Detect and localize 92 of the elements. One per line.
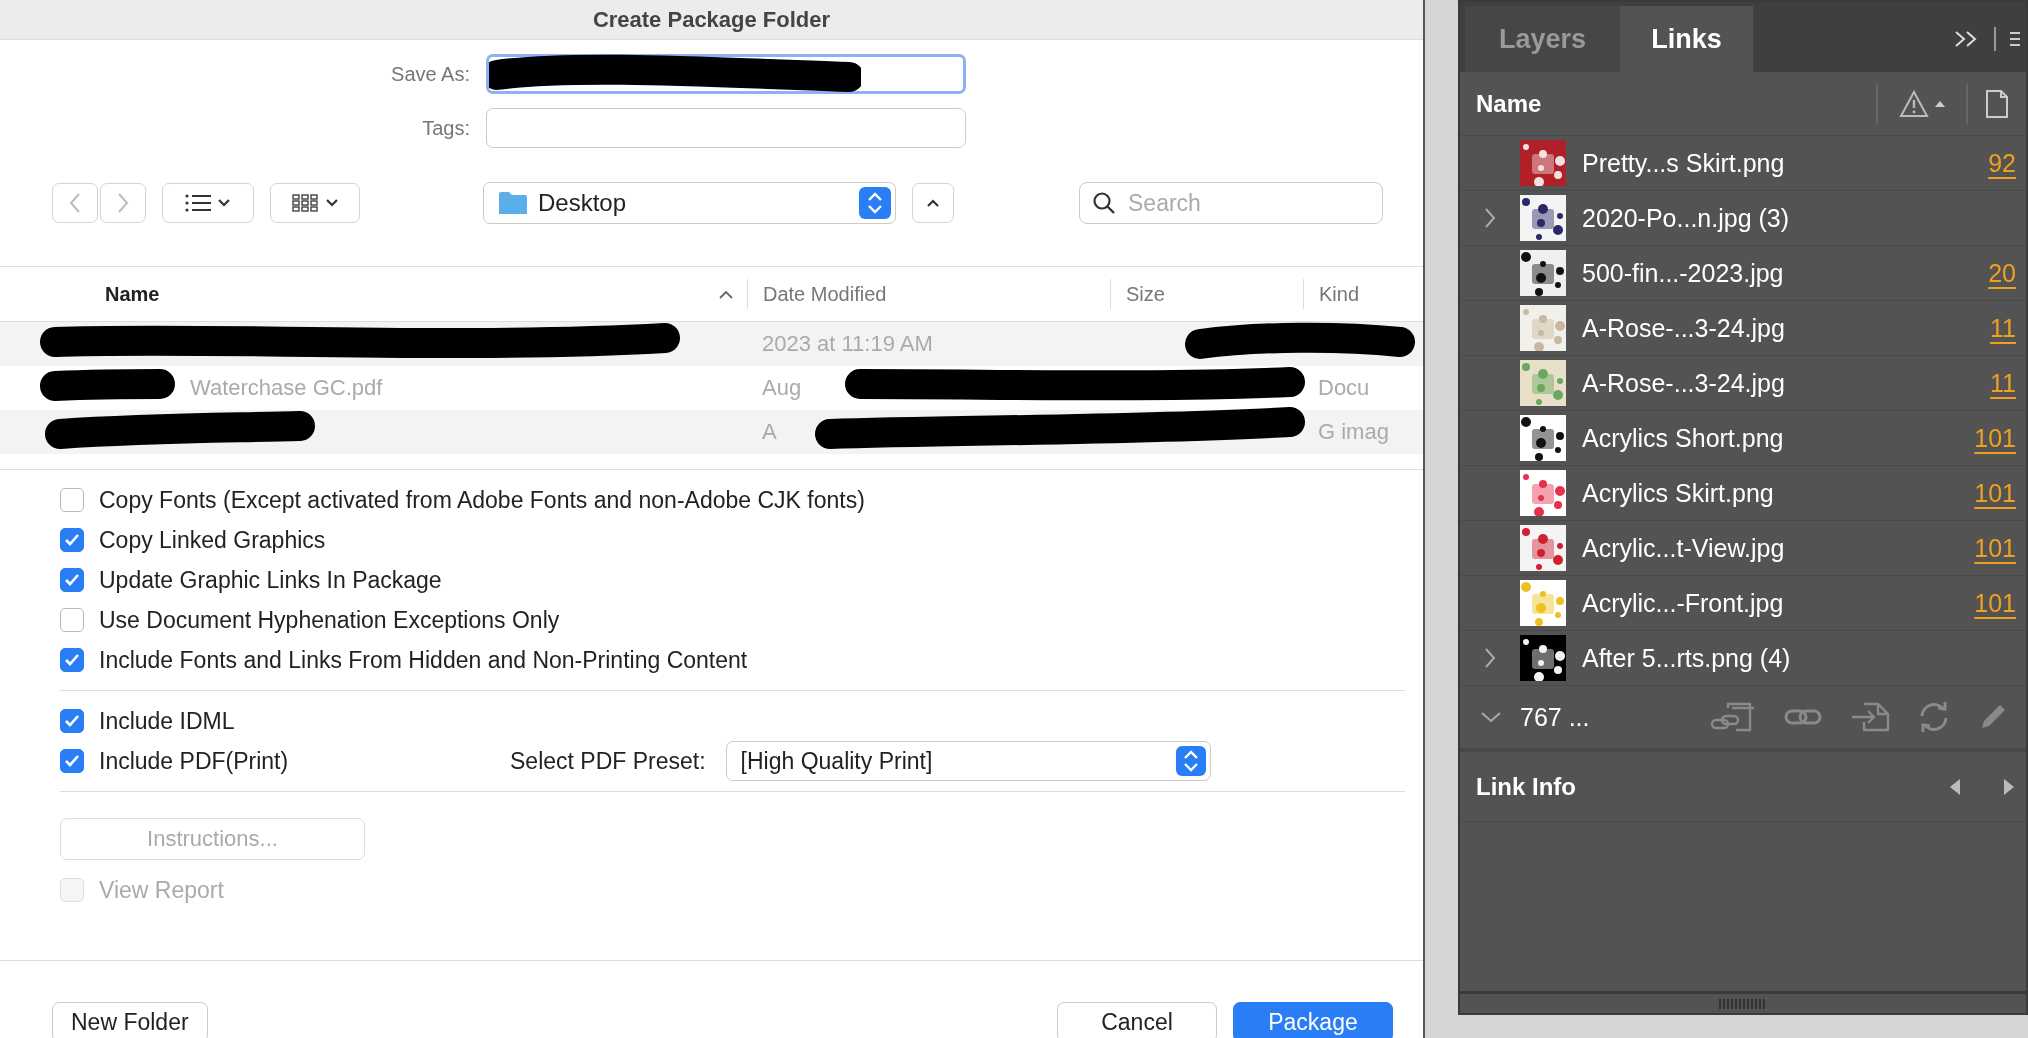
page-link[interactable]: 20 — [1988, 258, 2016, 288]
stepper-icon — [1175, 746, 1206, 776]
link-name[interactable]: Acrylics Short.png — [1582, 423, 1975, 453]
forward-icon — [117, 192, 129, 214]
table-cell-text: Aug — [761, 375, 803, 401]
list-view-button[interactable] — [162, 183, 254, 223]
page-icon — [1985, 88, 2009, 119]
back-icon — [69, 192, 81, 214]
checkbox-label: View Report — [99, 876, 224, 904]
checkbox[interactable] — [60, 749, 84, 773]
page-link[interactable]: 92 — [1988, 148, 2016, 178]
link-name[interactable]: 500-fin...-2023.jpg — [1582, 258, 1989, 288]
link-name[interactable]: A-Rose-...3-24.jpg — [1582, 313, 1991, 343]
page-link[interactable]: 101 — [1974, 533, 2016, 563]
link-icon — [1784, 707, 1822, 727]
dialog-button[interactable]: Cancel — [1057, 1002, 1217, 1038]
column-header[interactable]: Date Modified — [747, 279, 1110, 309]
checkbox-label: Copy Linked Graphics — [99, 526, 326, 554]
chevron-down-icon — [217, 198, 231, 208]
page-link[interactable]: 101 — [1974, 588, 2016, 618]
table-cell-text: 2023 at 11:19 AM — [761, 331, 934, 357]
checkbox-label: Include PDF(Print) — [99, 747, 289, 775]
grid-view-button[interactable] — [270, 183, 360, 223]
page-link[interactable]: 101 — [1974, 423, 2016, 453]
panel-tab[interactable]: Links — [1620, 6, 1753, 72]
column-header[interactable]: Name — [0, 279, 747, 309]
checkbox-label: Copy Fonts (Except activated from Adobe Fonts and non-Adobe CJK fonts) — [99, 486, 865, 514]
save-as-field[interactable] — [486, 54, 966, 94]
previous-icon — [1948, 777, 1962, 796]
link-name[interactable]: Acrylic...t-View.jpg — [1582, 533, 1975, 563]
table-cell-text: Docu — [1317, 375, 1371, 401]
checkbox[interactable] — [60, 648, 84, 672]
location-popup[interactable]: Desktop — [483, 182, 896, 224]
resize-grip-icon — [1719, 998, 1767, 1009]
stepper-icon — [859, 187, 891, 219]
chevron-right-icon — [1484, 647, 1496, 669]
checkbox[interactable] — [60, 488, 84, 512]
chevron-down-icon — [324, 198, 339, 208]
column-header[interactable]: Name — [1476, 89, 1876, 118]
link-name[interactable]: Pretty...s Skirt.png — [1582, 148, 1989, 178]
link-name[interactable]: A-Rose-...3-24.jpg — [1582, 368, 1991, 398]
refresh-icon — [1918, 702, 1950, 732]
dialog-button[interactable]: New Folder — [52, 1002, 208, 1038]
column-header[interactable]: Kind — [1303, 279, 1423, 309]
link-name[interactable]: Acrylic...-Front.jpg — [1582, 588, 1975, 618]
list-icon — [185, 194, 211, 212]
page-link[interactable]: 11 — [1990, 313, 2016, 343]
link-name[interactable]: 2020-Po...n.jpg (3) — [1582, 203, 2026, 233]
sort-ascending-icon — [719, 289, 733, 299]
checkmark-icon — [64, 714, 80, 728]
column-header[interactable]: Size — [1110, 279, 1303, 309]
tags-field[interactable] — [486, 108, 966, 148]
field-label: Save As: — [390, 62, 470, 86]
checkbox-label: Update Graphic Links In Package — [99, 566, 442, 594]
folder-icon — [498, 190, 528, 216]
checkmark-icon — [64, 533, 80, 547]
chevron-down-icon — [1480, 711, 1502, 723]
warning-icon — [1899, 89, 1929, 118]
checkbox[interactable] — [60, 568, 84, 592]
checkbox-label: Use Document Hyphenation Exceptions Only — [99, 606, 560, 634]
table-cell-text: G imag — [1317, 419, 1390, 445]
checkmark-icon — [64, 754, 80, 768]
section-title: Link Info — [1476, 772, 1577, 801]
relink-folder-icon — [1710, 702, 1756, 732]
search-field[interactable]: Search — [1079, 182, 1383, 224]
dialog-button[interactable]: Package — [1233, 1002, 1393, 1038]
selection-count: 767 ... — [1520, 702, 1591, 732]
field-label: Select PDF Preset: — [510, 747, 706, 775]
page-link[interactable]: 11 — [1990, 368, 2016, 398]
window-title: Create Package Folder — [0, 0, 1423, 40]
link-name[interactable]: Acrylics Skirt.png — [1582, 478, 1975, 508]
search-icon — [1092, 191, 1116, 215]
checkbox-label: Include Fonts and Links From Hidden and Non-Printing Content — [99, 646, 748, 674]
next-icon — [2002, 777, 2016, 796]
sort-ascending-icon — [1935, 100, 1945, 107]
checkbox[interactable] — [60, 528, 84, 552]
checkbox[interactable] — [60, 608, 84, 632]
grid-icon — [291, 193, 319, 213]
chevron-up-icon — [926, 198, 940, 208]
menu-icon — [2010, 30, 2020, 48]
table-cell-text: Waterchase GC.pdf — [189, 375, 384, 401]
table-cell-text: A — [761, 419, 778, 445]
page-link[interactable]: 101 — [1974, 478, 2016, 508]
go-to-link-icon — [1850, 702, 1890, 732]
chevron-right-icon — [1484, 207, 1496, 229]
pdf-preset-popup[interactable]: [High Quality Print] — [725, 741, 1211, 781]
checkbox[interactable] — [60, 709, 84, 733]
checkmark-icon — [64, 573, 80, 587]
checkbox-label: Include IDML — [99, 707, 235, 735]
link-name[interactable]: After 5...rts.png (4) — [1582, 643, 2026, 673]
field-label: Tags: — [421, 116, 470, 140]
checkmark-icon — [64, 653, 80, 667]
